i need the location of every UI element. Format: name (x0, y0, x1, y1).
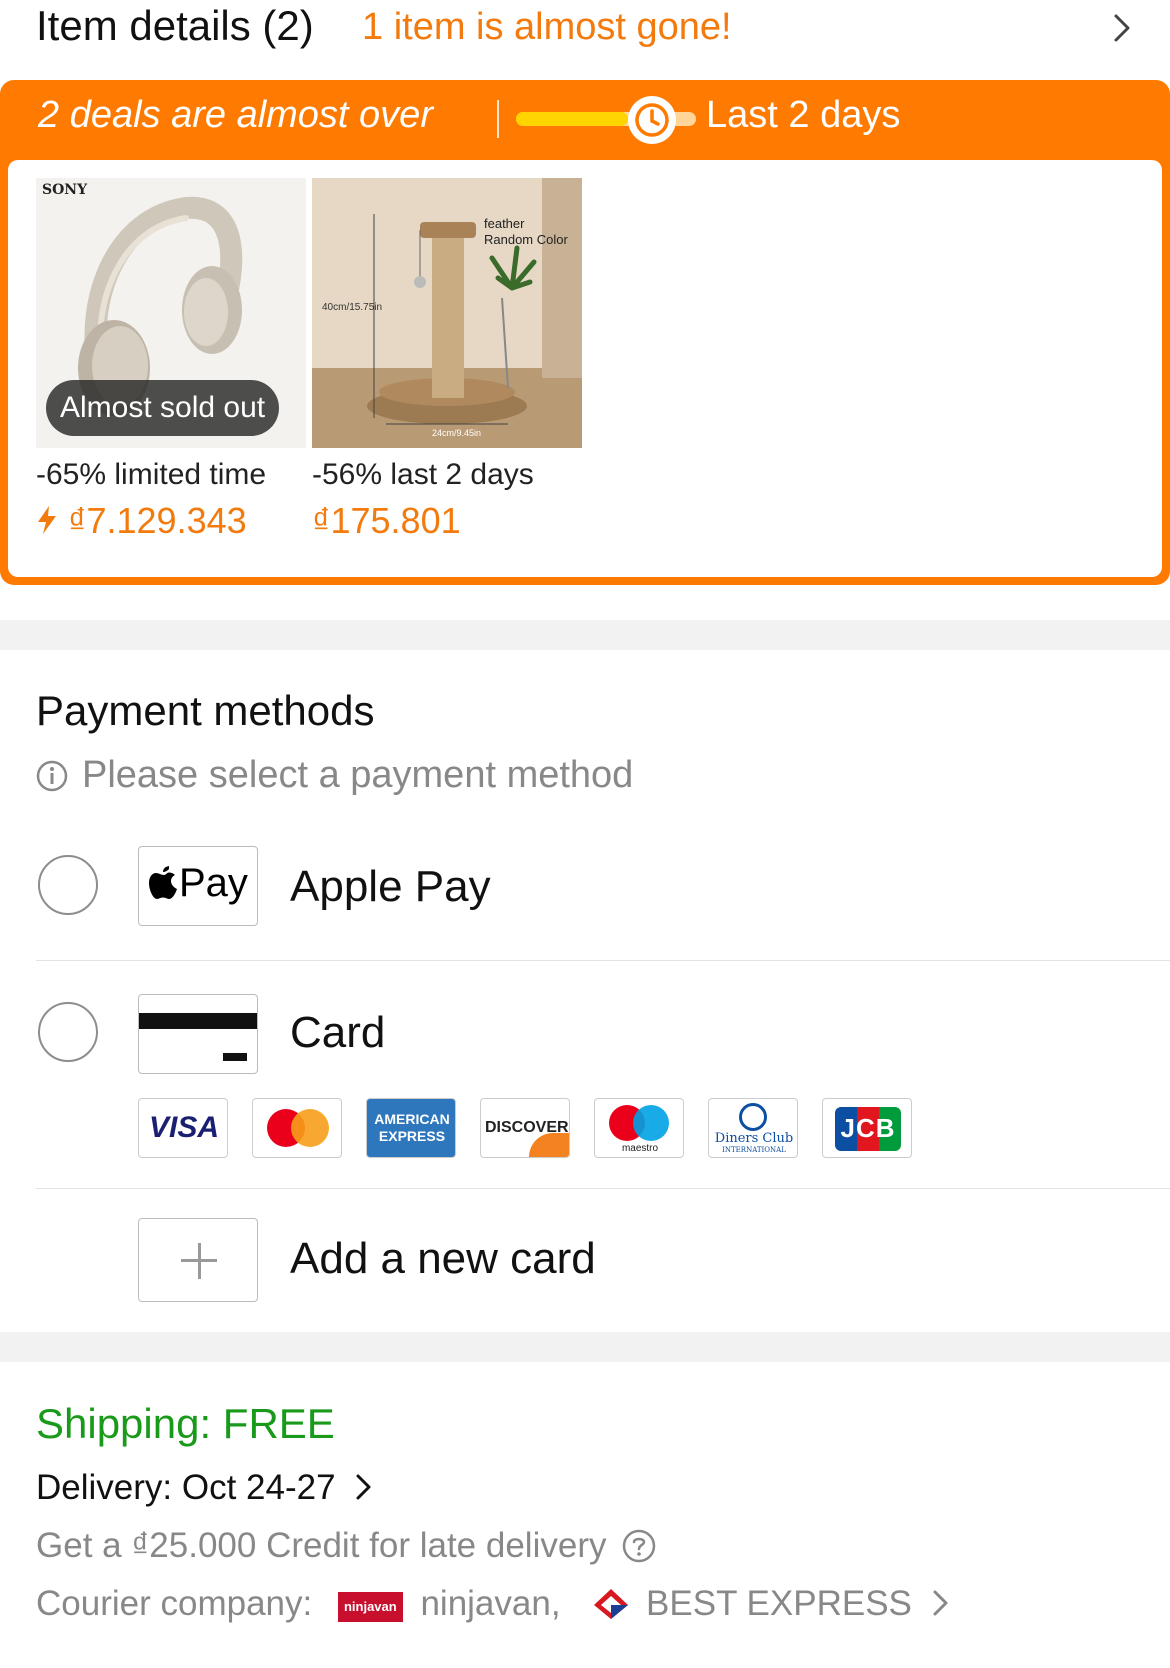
product-price: ₫175.801 (312, 500, 461, 541)
chevron-right-icon (356, 1474, 371, 1500)
amex-logo: AMERICAN EXPRESS (366, 1098, 456, 1158)
delivery-row[interactable]: Delivery: Oct 24-27 (36, 1468, 375, 1508)
clock-icon (628, 96, 676, 144)
timer-progress-fill (516, 112, 628, 126)
best-express-logo-icon (594, 1589, 629, 1619)
deals-banner-title: 2 deals are almost over (38, 94, 433, 136)
maestro-logo-text: maestro (621, 1143, 659, 1154)
deals-products-panel: SONY Almost sold out -65% limited time ₫… (8, 160, 1162, 577)
divider (36, 1188, 1170, 1189)
card-icon (138, 994, 258, 1074)
almost-sold-out-badge: Almost sold out (46, 380, 280, 436)
courier-row[interactable]: Courier company: ninjavan ninjavan, BEST… (36, 1584, 952, 1624)
almost-gone-warning: 1 item is almost gone! (362, 6, 732, 48)
lightning-icon (38, 506, 56, 534)
product-discount: -56% last 2 days (312, 458, 534, 491)
mastercard-logo (252, 1098, 342, 1158)
chevron-right-icon (933, 1590, 948, 1616)
section-separator (0, 1332, 1170, 1362)
diners-club-logo-subtext: INTERNATIONAL (722, 1146, 786, 1154)
deal-timer-label: Last 2 days (706, 94, 901, 136)
courier-ninjavan: ninjavan, (420, 1584, 561, 1623)
deal-product-cat-toy[interactable]: feather Random Color 40cm/15.75in 24cm/9… (312, 178, 582, 541)
jcb-logo: JCB (822, 1098, 912, 1158)
chevron-right-icon[interactable] (1108, 10, 1138, 46)
apple-pay-logo: Pay (138, 846, 258, 926)
ninjavan-logo-text: ninjavan (343, 1599, 397, 1614)
cat-toy-graphic (312, 178, 582, 448)
img-text-height: 40cm/15.75in (322, 302, 383, 313)
apple-pay-logo-text: Pay (179, 861, 248, 905)
visa-logo: VISA (138, 1098, 228, 1158)
payment-methods-title: Payment methods (36, 687, 375, 734)
discover-logo: DISCOVER (480, 1098, 570, 1158)
maestro-logo: maestro (594, 1098, 684, 1158)
payment-hint: Please select a payment method (82, 754, 634, 796)
apple-icon (149, 866, 177, 899)
product-price: ₫7.129.343 (68, 500, 247, 541)
headphones-image[interactable]: SONY Almost sold out (36, 178, 306, 448)
card-radio[interactable] (38, 1002, 98, 1062)
courier-best-express: BEST EXPRESS (646, 1584, 912, 1623)
late-delivery-credit-row[interactable]: Get a ₫25.000 Credit for late delivery (36, 1526, 656, 1566)
cat-toy-image[interactable]: feather Random Color 40cm/15.75in 24cm/9… (312, 178, 582, 448)
img-text-random-color: Random Color (484, 232, 568, 247)
card-label: Card (290, 1008, 386, 1057)
visa-logo-text: VISA (149, 1111, 220, 1144)
plus-icon[interactable] (138, 1218, 258, 1302)
deal-product-headphones[interactable]: SONY Almost sold out -65% limited time ₫… (36, 178, 306, 541)
apple-pay-radio[interactable] (38, 855, 98, 915)
apple-pay-label: Apple Pay (290, 862, 491, 911)
late-delivery-credit: Get a ₫25.000 Credit for late delivery (36, 1526, 607, 1565)
banner-divider (497, 100, 499, 138)
info-icon (36, 760, 68, 792)
shipping-title: Shipping: FREE (36, 1400, 335, 1447)
ninjavan-logo: ninjavan (337, 1592, 403, 1622)
item-details-title: Item details (2) (36, 2, 314, 49)
deals-banner: 2 deals are almost over Last 2 days SONY… (0, 80, 1170, 585)
img-text-width: 24cm/9.45in (432, 428, 482, 438)
amex-logo-text: AMERICAN EXPRESS (374, 1111, 450, 1144)
product-discount: -65% limited time (36, 458, 267, 491)
courier-label: Courier company: (36, 1584, 313, 1623)
product-price-row: ₫7.129.343 (36, 500, 247, 542)
diners-club-logo: Diners Club INTERNATIONAL (708, 1098, 798, 1158)
add-new-card-label: Add a new card (290, 1234, 596, 1283)
diners-club-logo-text: Diners Club (714, 1131, 794, 1146)
divider (36, 960, 1170, 961)
help-icon[interactable] (622, 1529, 656, 1563)
item-details-header[interactable]: Item details (2) 1 item is almost gone! (0, 0, 1170, 60)
section-separator (0, 620, 1170, 650)
jcb-logo-text: JCB (840, 1113, 896, 1143)
delivery-date: Delivery: Oct 24-27 (36, 1468, 336, 1507)
img-text-feather: feather (484, 216, 525, 231)
